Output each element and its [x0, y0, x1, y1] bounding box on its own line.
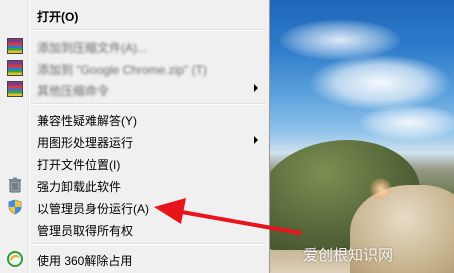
desktop-background: [270, 0, 454, 273]
menu-item-compatibility[interactable]: 兼容性疑难解答(Y): [0, 108, 268, 130]
menu-item-add-to-zip[interactable]: 添加到 "Google Chrome.zip" (T): [0, 57, 268, 79]
menu-item-360-unlock[interactable]: 使用 360解除占用: [0, 248, 268, 270]
trash-icon: [9, 177, 21, 193]
archive-icon: [7, 38, 23, 54]
menu-item-label: 其他压缩命令: [37, 84, 110, 98]
watermark: 爱创根知识网: [303, 246, 394, 264]
context-menu: 打开(O) 添加到压缩文件(A)... 添加到 "Google Chrome.z…: [0, 0, 270, 273]
menu-item-run-with-gpu[interactable]: 用图形处理器运行: [0, 130, 268, 152]
menu-item-label: 打开文件位置(I): [37, 158, 121, 172]
archive-icon: [7, 81, 23, 97]
menu-item-take-ownership[interactable]: 管理员取得所有权: [0, 218, 268, 240]
menu-separator: [30, 29, 266, 31]
menu-item-run-as-admin[interactable]: 以管理员身份运行(A): [0, 196, 268, 218]
cloud: [310, 55, 450, 110]
menu-item-label: 添加到压缩文件(A)...: [37, 41, 147, 55]
sun-glare: [370, 178, 392, 200]
menu-item-add-to-archive[interactable]: 添加到压缩文件(A)...: [0, 35, 268, 57]
uac-shield-icon: [8, 199, 22, 215]
menu-item-label: 兼容性疑难解答(Y): [37, 114, 137, 128]
menu-item-force-uninstall[interactable]: 强力卸载此软件: [0, 174, 268, 196]
menu-item-label: 管理员取得所有权: [37, 224, 134, 238]
menu-item-other-archive-commands[interactable]: 其他压缩命令: [0, 78, 268, 100]
menu-separator: [30, 243, 266, 245]
360-icon: [7, 251, 23, 267]
cloud: [280, 20, 400, 60]
menu-item-label: 使用 360解除占用: [37, 254, 133, 268]
menu-item-open[interactable]: 打开(O): [0, 4, 268, 26]
menu-item-label: 添加到 "Google Chrome.zip" (T): [37, 63, 207, 77]
archive-icon: [7, 60, 23, 76]
menu-separator: [30, 103, 266, 105]
menu-item-label: 以管理员身份运行(A): [37, 202, 149, 216]
menu-item-label: 打开(O): [37, 10, 79, 24]
submenu-arrow-icon: [254, 136, 258, 144]
submenu-arrow-icon: [254, 84, 258, 92]
menu-item-label: 强力卸载此软件: [37, 180, 122, 194]
cloud: [360, 105, 454, 140]
menu-item-label: 用图形处理器运行: [37, 136, 134, 150]
menu-item-open-file-location[interactable]: 打开文件位置(I): [0, 152, 268, 174]
